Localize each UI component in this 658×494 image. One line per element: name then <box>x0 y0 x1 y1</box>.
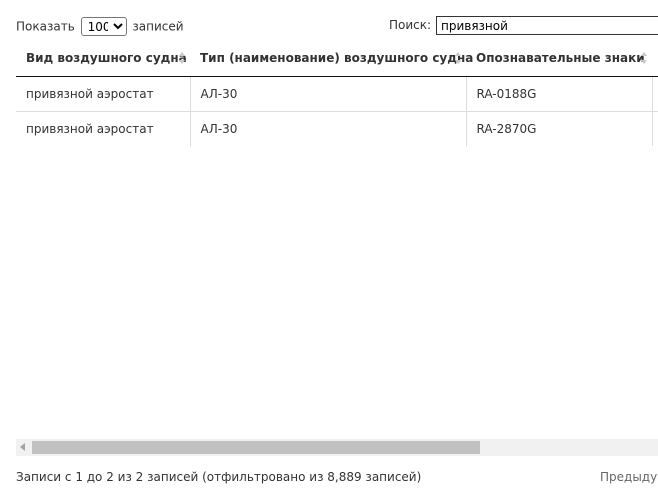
search-input[interactable] <box>436 16 658 35</box>
page-length-select[interactable]: 100 <box>80 17 127 36</box>
aircraft-table: Вид воздушного судна Тип (наименование) … <box>16 40 658 146</box>
scrollbar-thumb[interactable] <box>32 441 480 454</box>
column-header-label: Опознавательные знаки <box>476 51 645 65</box>
column-header-label: Вид воздушного судна <box>26 51 187 65</box>
search-filter: Поиск: <box>389 16 658 35</box>
cell-aircraft-kind: привязной аэростат <box>26 87 154 101</box>
table-row: привязной аэростат АЛ-30 RA-2870G <box>16 111 658 146</box>
cell-aircraft-type: АЛ-30 <box>189 111 466 146</box>
column-header-registration[interactable]: Опознавательные знаки <box>466 40 652 77</box>
length-suffix-label: записей <box>132 19 184 34</box>
table-info: Записи с 1 до 2 из 2 записей (отфильтров… <box>16 470 422 484</box>
table-row: привязной аэростат АЛ-30 RA-0188G <box>16 76 658 112</box>
search-label: Поиск: <box>389 18 432 32</box>
page-length-control: Показать 100 записей <box>16 17 184 36</box>
scroll-left-icon[interactable] <box>20 443 25 451</box>
cell-registration: RA-2870G <box>465 111 652 146</box>
table-header-row: Вид воздушного судна Тип (наименование) … <box>16 40 658 77</box>
cell-more <box>651 76 658 112</box>
length-prefix-label: Показать <box>16 19 75 34</box>
sort-icon <box>179 52 185 64</box>
cell-aircraft-type: АЛ-30 <box>189 76 466 112</box>
cell-registration: RA-0188G <box>465 76 652 112</box>
cell-aircraft-kind: привязной аэростат <box>16 111 190 146</box>
column-header-more <box>652 40 658 77</box>
previous-page-button[interactable]: Предыдущая <box>600 470 658 484</box>
table-scroll-area[interactable]: Вид воздушного судна Тип (наименование) … <box>16 40 658 452</box>
sort-icon <box>455 52 461 64</box>
horizontal-scrollbar[interactable] <box>16 439 658 456</box>
column-header-aircraft-type[interactable]: Тип (наименование) воздушного судна <box>190 40 473 77</box>
cell-more <box>651 111 658 146</box>
column-header-aircraft-kind[interactable]: Вид воздушного судна <box>16 40 190 77</box>
column-header-label: Тип (наименование) воздушного судна <box>200 51 474 65</box>
sort-icon <box>641 52 647 64</box>
